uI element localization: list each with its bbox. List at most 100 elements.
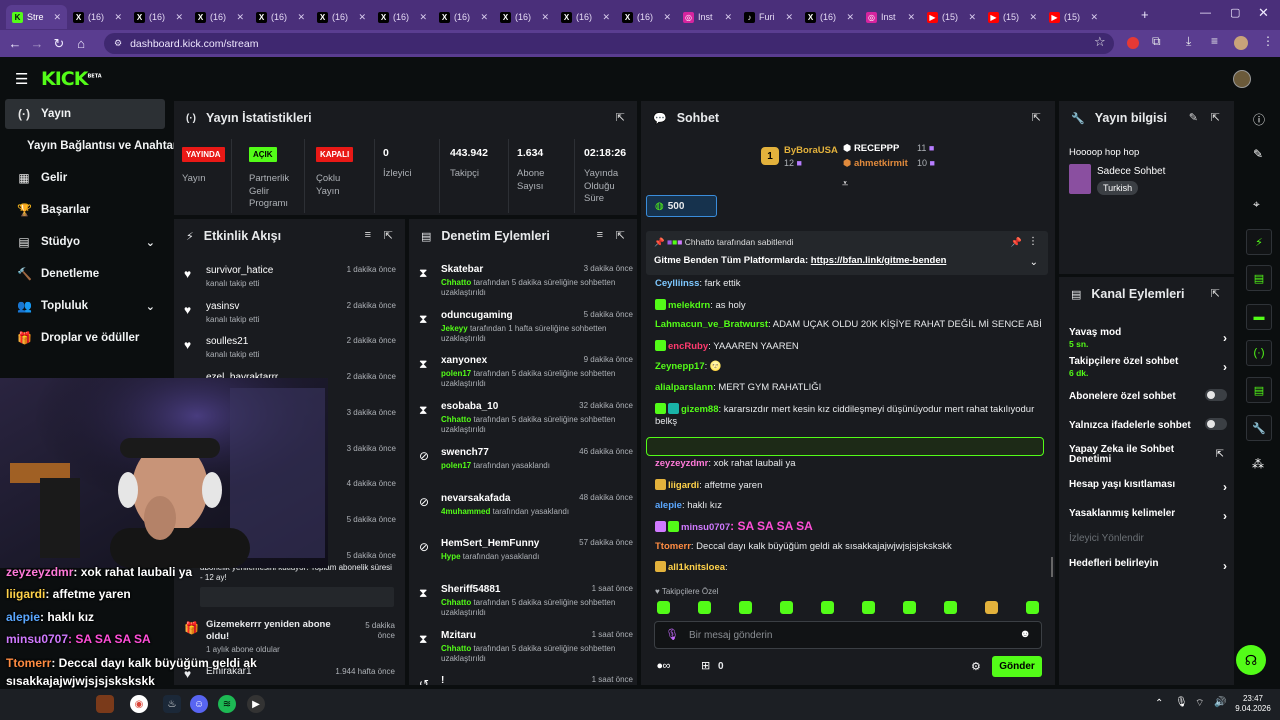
emote-icon[interactable] bbox=[1026, 601, 1039, 614]
tab-close-icon[interactable]: ✕ bbox=[1029, 12, 1037, 23]
tab-close-icon[interactable]: ✕ bbox=[663, 12, 671, 23]
tray-expand-icon[interactable]: ⌃ bbox=[1155, 698, 1163, 709]
browser-tab[interactable]: X (16) ✕ bbox=[372, 5, 433, 29]
slow-mode-action[interactable]: Yavaş mod 5 sn. › bbox=[1069, 327, 1227, 349]
sidebar-item[interactable]: 🔨 Denetleme bbox=[5, 259, 165, 289]
top-gifter-1[interactable]: ByBoraUSA bbox=[784, 145, 838, 156]
clock[interactable]: 23:47 9.04.2026 bbox=[1233, 694, 1273, 714]
back-icon[interactable]: ← bbox=[4, 33, 26, 55]
mod-target-name[interactable]: Mzitaru bbox=[441, 630, 476, 641]
gift-shop-icon[interactable]: ⊞ bbox=[701, 659, 710, 672]
emote-icon[interactable] bbox=[780, 601, 793, 614]
kick-logo[interactable]: KICKBETA bbox=[41, 68, 102, 90]
chat-username[interactable]: Zeynepp17 bbox=[655, 361, 705, 372]
hamburger-menu-icon[interactable]: ☰ bbox=[15, 70, 28, 88]
tab-close-icon[interactable]: ✕ bbox=[602, 12, 610, 23]
pin-icon[interactable]: 📌 bbox=[1011, 237, 1022, 248]
tab-close-icon[interactable]: ✕ bbox=[968, 12, 976, 23]
chat-username[interactable]: Ceylliinss bbox=[655, 278, 699, 289]
tab-close-icon[interactable]: ✕ bbox=[1090, 12, 1098, 23]
tab-close-icon[interactable]: ✕ bbox=[785, 12, 793, 23]
document-icon[interactable]: ▤ bbox=[1246, 265, 1272, 291]
more-options-icon[interactable]: ⋮ bbox=[1028, 236, 1038, 247]
wrench-icon[interactable]: 🔧 bbox=[1246, 415, 1272, 441]
browser-tab[interactable]: X (16) ✕ bbox=[433, 5, 494, 29]
tab-close-icon[interactable]: ✕ bbox=[541, 12, 549, 23]
browser-tab[interactable]: ♪ Furi ✕ bbox=[738, 5, 799, 29]
browser-tab[interactable]: ▶ (15) ✕ bbox=[1043, 5, 1104, 29]
mod-target-name[interactable]: HemSert_HemFunny bbox=[441, 538, 539, 549]
tab-close-icon[interactable]: ✕ bbox=[236, 12, 244, 23]
emote-icon[interactable] bbox=[657, 601, 670, 614]
site-info-icon[interactable]: ⚙ bbox=[114, 38, 122, 49]
chat-username[interactable]: encRuby bbox=[668, 341, 708, 352]
media-player-icon[interactable]: ▶ bbox=[247, 695, 265, 713]
chat-username[interactable]: minsu0707 bbox=[681, 522, 730, 533]
browser-tab[interactable]: K Stre ✕ bbox=[6, 5, 67, 29]
mod-target-name[interactable]: swench77 bbox=[441, 447, 489, 458]
emote-icon[interactable] bbox=[862, 601, 875, 614]
info-icon[interactable]: ⓘ bbox=[1253, 111, 1265, 128]
subscribers-only-toggle[interactable] bbox=[1205, 389, 1227, 401]
home-icon[interactable]: ⌂ bbox=[70, 33, 92, 55]
set-goals-action[interactable]: Hedefleri belirleyin › bbox=[1069, 558, 1227, 573]
user-avatar[interactable] bbox=[1233, 70, 1251, 88]
chat-username[interactable]: zeyzeyzdmr bbox=[655, 458, 708, 469]
emote-icon[interactable] bbox=[698, 601, 711, 614]
browser-tab[interactable]: ▶ (15) ✕ bbox=[982, 5, 1043, 29]
kicks-icon[interactable]: ⦁∞ bbox=[657, 660, 670, 673]
emote-icon[interactable] bbox=[903, 601, 916, 614]
mod-actor[interactable]: Chhatto bbox=[441, 644, 471, 653]
extension-icon[interactable] bbox=[1127, 37, 1139, 49]
sidebar-item[interactable]: (·) Yayın bbox=[5, 99, 165, 129]
browser-tab[interactable]: X (16) ✕ bbox=[128, 5, 189, 29]
ai-moderation-action[interactable]: Yapay Zeka ile Sohbet Denetimi bbox=[1069, 445, 1199, 465]
tab-close-icon[interactable]: ✕ bbox=[907, 12, 915, 23]
mod-target-name[interactable]: Sheriff54881 bbox=[441, 584, 500, 595]
close-window-button[interactable]: ✕ bbox=[1258, 5, 1269, 21]
mod-actor[interactable]: Chhatto bbox=[441, 278, 471, 287]
browser-tab[interactable]: X (16) ✕ bbox=[67, 5, 128, 29]
feed-name[interactable]: soulles21 bbox=[206, 336, 248, 347]
mod-actor[interactable]: Chhatto bbox=[441, 598, 471, 607]
discord-icon[interactable]: ☺ bbox=[190, 695, 208, 713]
send-button[interactable]: Gönder bbox=[992, 656, 1042, 677]
browser-tab[interactable]: X (16) ✕ bbox=[494, 5, 555, 29]
browser-tab[interactable]: ◎ Inst ✕ bbox=[860, 5, 921, 29]
top-gifter-2[interactable]: ⬢ RECEPPP bbox=[843, 143, 899, 154]
maximize-window-button[interactable]: ▢ bbox=[1230, 6, 1240, 19]
tab-close-icon[interactable]: ✕ bbox=[114, 12, 122, 23]
banned-words-action[interactable]: Yasaklanmış kelimeler › bbox=[1069, 508, 1227, 523]
followers-only-action[interactable]: Takipçilere özel sohbet 6 dk. › bbox=[1069, 356, 1227, 378]
filter-icon[interactable]: ≡ bbox=[597, 229, 603, 241]
goal-badge[interactable]: ◍ 500 bbox=[646, 195, 717, 217]
mod-actor[interactable]: Jekeyy bbox=[441, 324, 468, 333]
browser-tab[interactable]: X (16) ✕ bbox=[189, 5, 250, 29]
browser-tab[interactable]: X (16) ✕ bbox=[799, 5, 860, 29]
account-age-action[interactable]: Hesap yaşı kısıtlaması › bbox=[1069, 479, 1227, 494]
browser-tab[interactable]: X (16) ✕ bbox=[311, 5, 372, 29]
emoji-icon[interactable]: ☻ bbox=[1019, 628, 1031, 640]
popout-icon[interactable]: ⇱ bbox=[384, 229, 393, 242]
chat-bubble-icon[interactable]: ▬ bbox=[1246, 304, 1272, 330]
top-gifter-3[interactable]: ⬢ ahmetkirmit bbox=[843, 158, 908, 169]
profile-avatar[interactable] bbox=[1234, 36, 1248, 50]
app-thumbnail[interactable] bbox=[96, 695, 114, 713]
chrome-icon[interactable]: ◉ bbox=[130, 695, 148, 713]
emote-icon[interactable] bbox=[985, 601, 998, 614]
mic-tray-icon[interactable]: 🎙 bbox=[1175, 697, 1188, 708]
tab-close-icon[interactable]: ✕ bbox=[297, 12, 305, 23]
browser-menu-icon[interactable]: ⋮ bbox=[1262, 34, 1274, 48]
tab-close-icon[interactable]: ✕ bbox=[846, 12, 854, 23]
wifi-icon[interactable]: ⌔ bbox=[1195, 697, 1204, 710]
mod-target-name[interactable]: oduncugaming bbox=[441, 310, 513, 321]
tab-close-icon[interactable]: ✕ bbox=[358, 12, 366, 23]
expand-leaderboard-icon[interactable]: ⩡ bbox=[842, 178, 848, 191]
chat-username[interactable]: alialparslann bbox=[655, 382, 713, 393]
popout-icon[interactable]: ⇱ bbox=[616, 229, 625, 242]
mod-actor[interactable]: polen17 bbox=[441, 461, 471, 470]
volume-icon[interactable]: 🔊 bbox=[1214, 697, 1226, 708]
browser-tab[interactable]: ◎ Inst ✕ bbox=[677, 5, 738, 29]
popout-icon[interactable]: ⇱ bbox=[1032, 111, 1041, 124]
filter-icon[interactable]: ≡ bbox=[365, 229, 371, 241]
